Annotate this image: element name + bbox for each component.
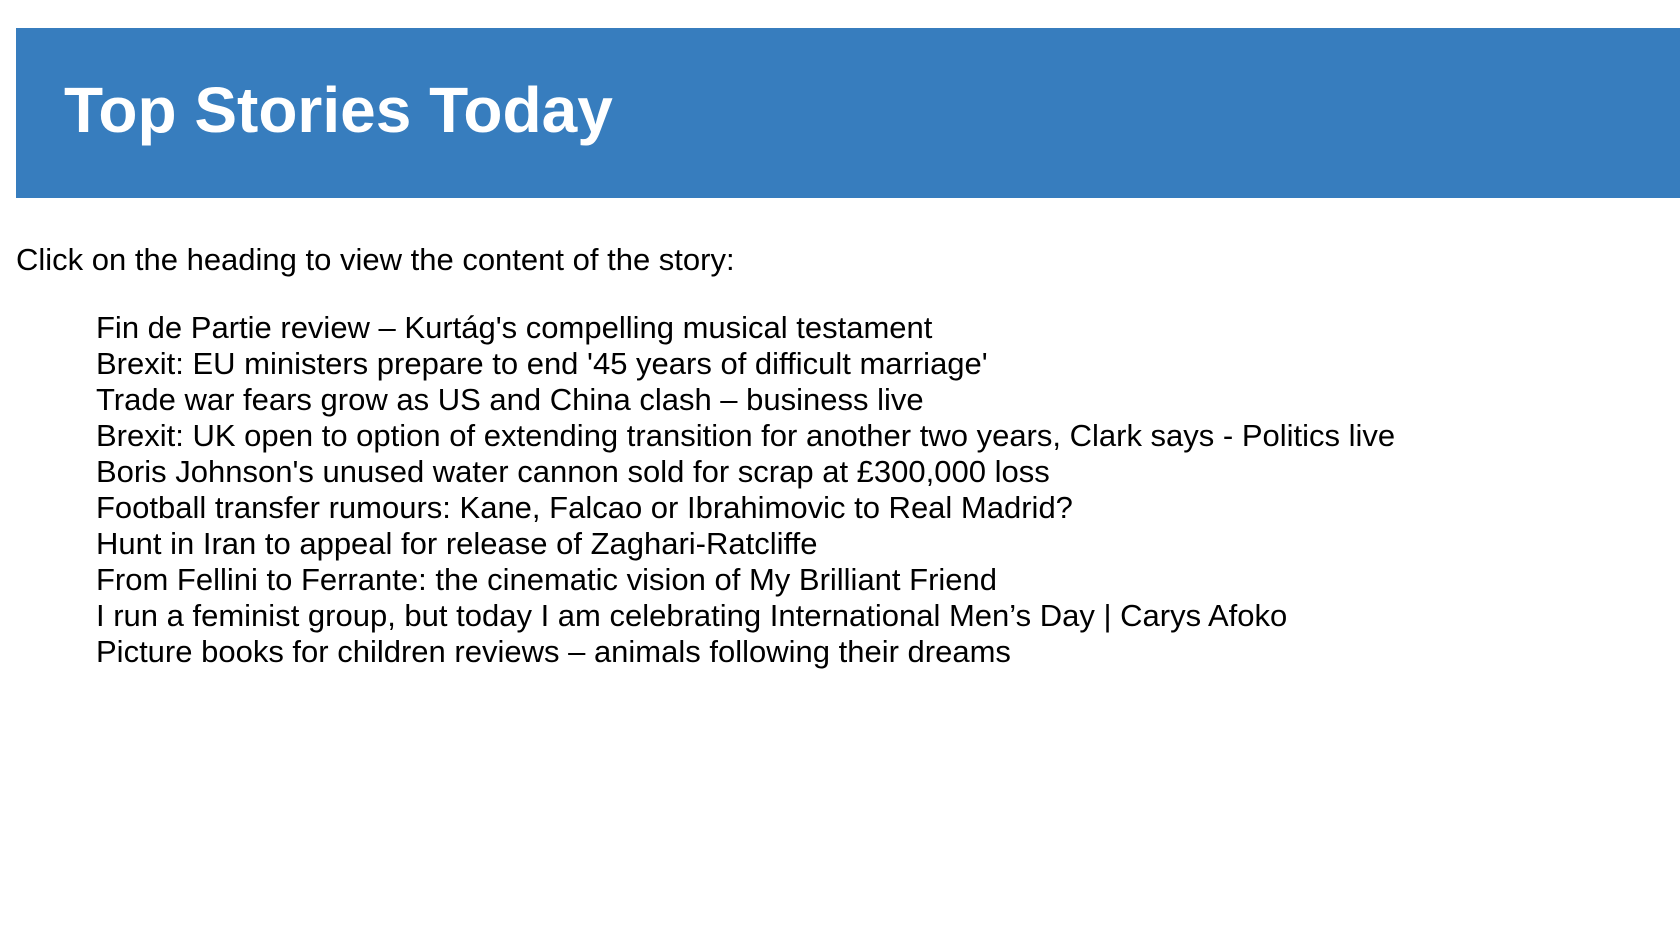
story-heading[interactable]: Boris Johnson's unused water cannon sold… xyxy=(96,454,1395,490)
header-banner: Top Stories Today xyxy=(16,28,1680,198)
story-list: Fin de Partie review – Kurtág's compelli… xyxy=(96,310,1395,670)
story-heading[interactable]: Hunt in Iran to appeal for release of Za… xyxy=(96,526,1395,562)
story-heading[interactable]: I run a feminist group, but today I am c… xyxy=(96,598,1395,634)
page: Top Stories Today Click on the heading t… xyxy=(0,0,1680,940)
story-heading[interactable]: Picture books for children reviews – ani… xyxy=(96,634,1395,670)
story-heading[interactable]: Brexit: EU ministers prepare to end '45 … xyxy=(96,346,1395,382)
page-title: Top Stories Today xyxy=(64,74,613,146)
intro-text: Click on the heading to view the content… xyxy=(16,242,735,277)
story-heading[interactable]: Fin de Partie review – Kurtág's compelli… xyxy=(96,310,1395,346)
story-heading[interactable]: From Fellini to Ferrante: the cinematic … xyxy=(96,562,1395,598)
story-heading[interactable]: Trade war fears grow as US and China cla… xyxy=(96,382,1395,418)
story-heading[interactable]: Football transfer rumours: Kane, Falcao … xyxy=(96,490,1395,526)
story-heading[interactable]: Brexit: UK open to option of extending t… xyxy=(96,418,1395,454)
